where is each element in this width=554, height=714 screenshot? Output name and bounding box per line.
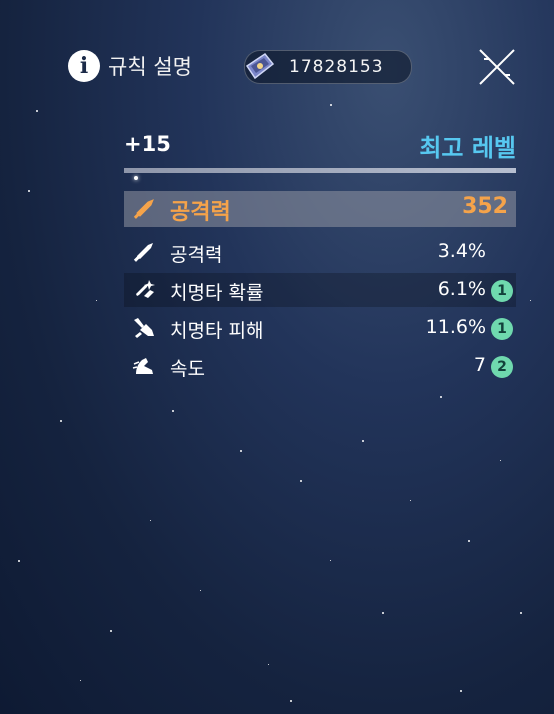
rules-button[interactable]: i 규칙 설명 <box>68 50 192 82</box>
substat-row: 공격력 3.4% <box>124 235 516 269</box>
currency-amount: 17828153 <box>289 57 384 77</box>
main-stat-value: 352 <box>462 194 508 219</box>
max-level-label: 최고 레벨 <box>419 134 516 162</box>
roll-count-badge: 2 <box>491 356 513 378</box>
info-icon: i <box>68 50 100 82</box>
crit-rate-icon <box>134 280 155 299</box>
speed-boot-icon <box>132 358 153 374</box>
substat-row: 속도 7 2 <box>124 349 516 383</box>
level-progress-bar <box>124 168 516 173</box>
sword-icon <box>133 243 153 262</box>
substat-value: 11.6% <box>425 316 486 338</box>
substat-row: 치명타 확률 6.1% 1 <box>124 273 516 307</box>
level-row: +15 최고 레벨 <box>124 128 516 164</box>
substat-value: 6.1% <box>437 278 486 300</box>
main-stat-label: 공격력 <box>170 200 231 225</box>
substat-label: 치명타 확률 <box>170 282 264 304</box>
substat-value: 7 <box>473 354 486 376</box>
substat-value: 3.4% <box>437 240 486 262</box>
main-stat-row: 공격력 352 <box>124 191 516 227</box>
enhance-level: +15 <box>124 132 171 156</box>
substat-label: 공격력 <box>170 244 223 266</box>
level-progress-fill <box>124 168 516 173</box>
close-icon[interactable] <box>476 46 518 88</box>
substat-label: 치명타 피해 <box>170 320 264 342</box>
ticket-icon <box>245 52 275 80</box>
sword-icon <box>133 199 154 219</box>
currency-display: 17828153 <box>244 50 412 84</box>
roll-count-badge: 1 <box>491 280 513 302</box>
substat-row: 치명타 피해 11.6% 1 <box>124 311 516 345</box>
crit-damage-icon <box>134 318 154 338</box>
roll-count-badge: 1 <box>491 318 513 340</box>
substat-label: 속도 <box>170 358 205 380</box>
rules-label: 규칙 설명 <box>108 55 192 79</box>
